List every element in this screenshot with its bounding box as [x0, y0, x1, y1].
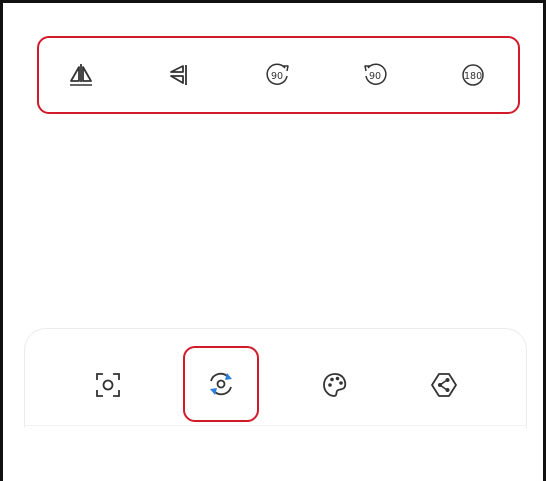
flip-vertical-icon: [170, 65, 187, 85]
rotate-180-button[interactable]: 180: [453, 56, 493, 94]
flip-horizontal-button[interactable]: Flip horizontal: [61, 56, 101, 94]
tab-color[interactable]: Color: [297, 350, 373, 420]
crop-icon: [96, 373, 120, 397]
flip-vertical-button[interactable]: Flip vertical: [160, 56, 200, 94]
rotate-180-icon: 180: [462, 64, 484, 86]
effects-icon: [431, 373, 457, 397]
rotate-90-counterclockwise-button[interactable]: 90: [355, 56, 395, 94]
svg-text:180: 180: [464, 71, 482, 82]
palette-icon: [323, 373, 347, 397]
rotate-icon: [210, 372, 232, 396]
divider: [24, 425, 527, 426]
tab-crop[interactable]: Crop: [70, 350, 146, 420]
svg-text:90: 90: [271, 71, 283, 82]
svg-text:90: 90: [369, 71, 381, 82]
rotate-90-counterclockwise-icon: 90: [364, 63, 387, 85]
rotate-90-clockwise-button[interactable]: 90: [258, 56, 298, 94]
rotate-90-clockwise-icon: 90: [266, 63, 289, 85]
flip-horizontal-icon: [70, 64, 92, 86]
tab-rotate[interactable]: Rotate: [183, 346, 259, 422]
tab-effects[interactable]: Effects: [406, 350, 482, 420]
